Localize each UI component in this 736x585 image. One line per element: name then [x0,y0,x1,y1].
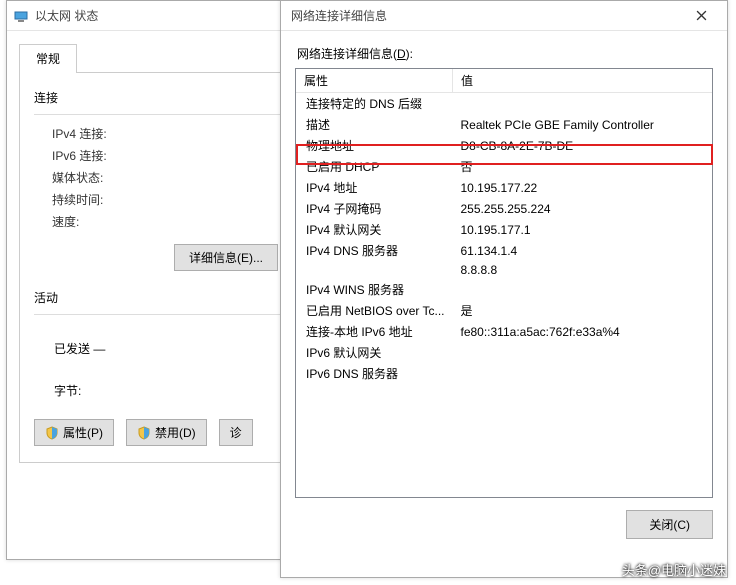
sent-label: 已发送 — [54,340,105,357]
col-value[interactable]: 值 [452,69,712,93]
details-title: 网络连接详细信息 [287,7,681,24]
table-row[interactable]: 已启用 NetBIOS over Tc...是 [296,300,712,321]
table-row[interactable]: 物理地址D8-CB-8A-2E-7B-DE [296,135,712,156]
disable-button[interactable]: 禁用(D) [126,419,207,446]
table-row[interactable]: IPv4 默认网关10.195.177.1 [296,219,712,240]
details-button[interactable]: 详细信息(E)... [174,244,278,271]
table-row[interactable]: IPv4 子网掩码255.255.255.224 [296,198,712,219]
details-listbox[interactable]: 属性 值 连接特定的 DNS 后缀描述Realtek PCIe GBE Fami… [295,68,713,498]
table-row[interactable]: IPv6 DNS 服务器 [296,363,712,384]
table-row[interactable]: IPv6 默认网关 [296,342,712,363]
table-row[interactable]: IPv4 地址10.195.177.22 [296,177,712,198]
table-row[interactable]: 连接-本地 IPv6 地址fe80::311a:a5ac:762f:e33a%4 [296,321,712,342]
table-row[interactable]: 描述Realtek PCIe GBE Family Controller [296,114,712,135]
col-property[interactable]: 属性 [296,69,452,93]
shield-icon [137,426,151,440]
bytes-label: 字节: [54,382,81,399]
properties-button[interactable]: 属性(P) [34,419,114,446]
tab-general[interactable]: 常规 [19,44,77,73]
network-details-window: 网络连接详细信息 网络连接详细信息(D): 属性 值 连接特定的 DNS 后缀描… [280,0,728,578]
details-titlebar: 网络连接详细信息 [281,1,727,31]
diagnose-button[interactable]: 诊 [219,419,253,446]
details-table: 属性 值 连接特定的 DNS 后缀描述Realtek PCIe GBE Fami… [296,69,712,384]
table-row[interactable]: 连接特定的 DNS 后缀 [296,93,712,115]
network-icon [13,8,29,24]
shield-icon [45,426,59,440]
details-label: 网络连接详细信息(D): [297,45,727,62]
watermark: 头条@电脑小迷妹 [622,560,726,579]
close-button[interactable]: 关闭(C) [626,510,713,539]
table-row[interactable]: 已启用 DHCP否 [296,156,712,177]
table-row[interactable]: IPv4 WINS 服务器 [296,279,712,300]
table-row[interactable]: IPv4 DNS 服务器61.134.1.4 [296,240,712,261]
table-row[interactable]: 8.8.8.8 [296,261,712,279]
details-footer: 关闭(C) [281,498,727,551]
details-close-button[interactable] [681,2,721,30]
